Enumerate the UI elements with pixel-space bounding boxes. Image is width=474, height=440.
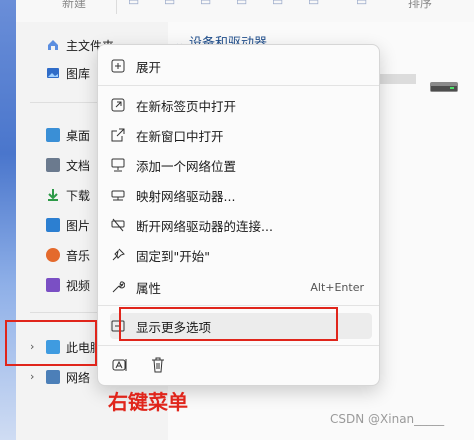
gallery-icon (46, 66, 60, 80)
watermark: CSDN @Xinan_____ (330, 412, 445, 426)
menu-item-label: 在新标签页中打开 (136, 98, 237, 114)
menu-separator (98, 85, 379, 86)
nav-item-pictures[interactable]: 图片 (46, 216, 90, 234)
rename-icon[interactable] (112, 357, 128, 376)
chevron-right-icon[interactable]: › (30, 370, 34, 383)
nav-item-desktop[interactable]: 桌面 (46, 126, 90, 144)
nav-label: 音乐 (66, 248, 91, 263)
menu-item-open-new-window[interactable]: 在新窗口中打开 (110, 122, 372, 148)
annotation-label: 右键菜单 (108, 390, 188, 414)
wrench-icon (110, 279, 126, 295)
nav-label: 图片 (66, 218, 91, 233)
menu-item-add-network-location[interactable]: 添加一个网络位置 (110, 152, 372, 178)
documents-icon (46, 158, 60, 172)
shortcut-hint: Alt+Enter (310, 280, 364, 294)
new-window-icon (110, 127, 126, 143)
nav-label: 网络 (66, 370, 91, 385)
paste-icon[interactable]: ▭ (200, 0, 211, 8)
menu-item-label: 展开 (136, 59, 162, 75)
menu-item-properties[interactable]: 属性 Alt+Enter (110, 274, 372, 300)
highlight-box-this-pc (5, 320, 97, 366)
copy-icon[interactable]: ▭ (164, 0, 175, 8)
network-icon (46, 370, 60, 384)
map-drive-icon (110, 187, 126, 203)
toolbar: 新建 ▭ ▭ ▭ ▭ ▭ ▭ ▭ 排序 (16, 0, 474, 23)
menu-item-pin-to-start[interactable]: 固定到"开始" (110, 242, 372, 268)
nav-item-downloads[interactable]: 下载 (46, 186, 90, 204)
desktop-wallpaper-strip (0, 0, 16, 440)
sort-button[interactable]: 排序 (408, 0, 432, 11)
music-icon (46, 248, 60, 262)
menu-item-label: 在新窗口中打开 (136, 128, 224, 144)
expand-icon (110, 58, 126, 74)
toolbar-divider (116, 0, 117, 14)
home-icon (46, 38, 60, 52)
menu-item-disconnect-drive[interactable]: 断开网络驱动器的连接... (110, 212, 372, 238)
menu-item-label: 固定到"开始" (136, 248, 210, 264)
pictures-icon (46, 218, 60, 232)
menu-item-map-network-drive[interactable]: 映射网络驱动器... (110, 182, 372, 208)
disconnect-drive-icon (110, 217, 126, 233)
network-location-icon (110, 157, 126, 173)
rename-toolbar-icon[interactable]: ▭ (236, 0, 247, 8)
menu-item-label: 属性 (136, 280, 162, 296)
nav-label: 桌面 (66, 128, 91, 143)
nav-item-gallery[interactable]: 图库 (46, 64, 90, 82)
nav-label: 图库 (66, 66, 91, 81)
nav-label: 下载 (66, 188, 91, 203)
download-icon (46, 188, 60, 202)
nav-item-documents[interactable]: 文档 (46, 156, 90, 174)
menu-item-label: 添加一个网络位置 (136, 158, 237, 174)
delete-toolbar-icon[interactable]: ▭ (308, 0, 319, 8)
menu-separator (98, 305, 379, 306)
menu-item-expand[interactable]: 展开 (110, 53, 372, 79)
desktop-icon (46, 128, 60, 142)
nav-item-music[interactable]: 音乐 (46, 246, 90, 264)
highlight-box-more-options (119, 307, 338, 341)
view-icon[interactable]: ▭ (356, 0, 367, 8)
drive-icon[interactable] (430, 80, 458, 94)
nav-label: 视频 (66, 278, 91, 293)
nav-item-network[interactable]: 网络 (46, 368, 90, 386)
menu-item-open-new-tab[interactable]: 在新标签页中打开 (110, 92, 372, 118)
new-tab-icon (110, 97, 126, 113)
share-icon[interactable]: ▭ (272, 0, 283, 8)
new-button[interactable]: 新建 (62, 0, 86, 11)
menu-item-label: 断开网络驱动器的连接... (136, 218, 273, 234)
cut-icon[interactable]: ▭ (128, 0, 139, 8)
delete-icon[interactable] (150, 357, 166, 376)
videos-icon (46, 278, 60, 292)
nav-item-videos[interactable]: 视频 (46, 276, 90, 294)
nav-label: 文档 (66, 158, 91, 173)
menu-item-label: 映射网络驱动器... (136, 188, 236, 204)
pin-icon (110, 247, 126, 263)
menu-separator (98, 345, 379, 346)
